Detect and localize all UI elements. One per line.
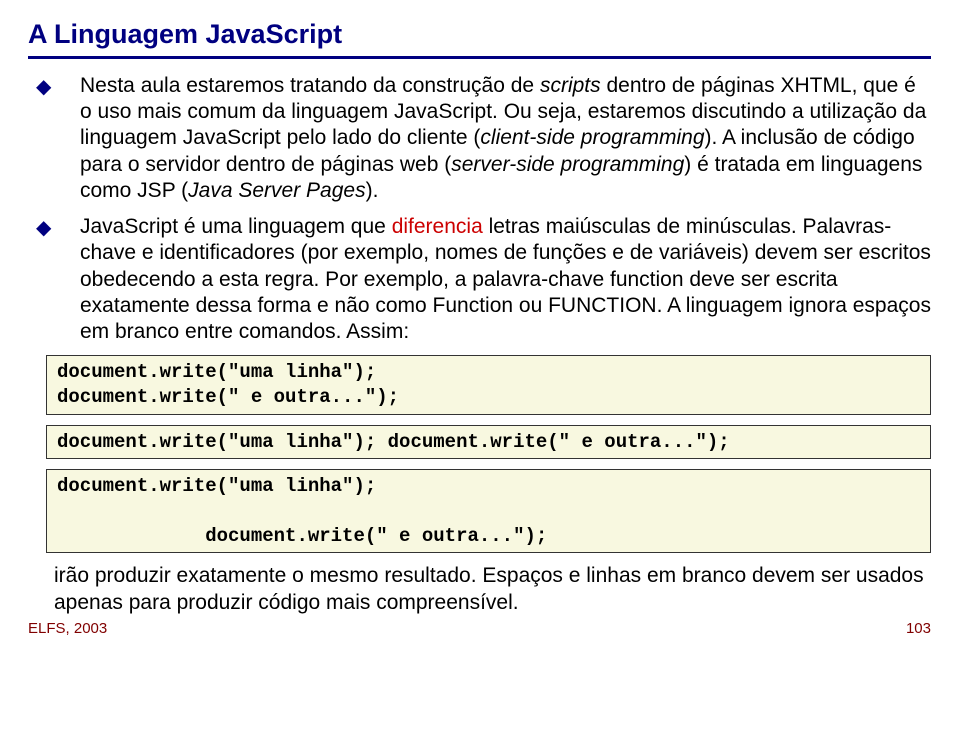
- page-title: A Linguagem JavaScript: [28, 18, 931, 52]
- footer-left: ELFS, 2003: [28, 620, 107, 639]
- text: JavaScript é uma linguagem que: [80, 215, 392, 238]
- emph: Java Server Pages: [188, 179, 365, 202]
- code-block-1: document.write("uma linha"); document.wr…: [46, 355, 931, 414]
- bullet-item-2: JavaScript é uma linguagem que diferenci…: [54, 214, 931, 345]
- emph: server-side programming: [451, 153, 684, 176]
- page-footer: ELFS, 2003 103: [28, 620, 931, 639]
- code-block-2: document.write("uma linha"); document.wr…: [46, 425, 931, 460]
- emph: scripts: [540, 74, 601, 97]
- title-rule: [28, 56, 931, 59]
- bullet-item-1: Nesta aula estaremos tratando da constru…: [54, 73, 931, 204]
- accent-word: diferencia: [392, 215, 483, 238]
- bullet-list: Nesta aula estaremos tratando da constru…: [54, 73, 931, 346]
- text: Nesta aula estaremos tratando da constru…: [80, 74, 540, 97]
- code-block-3: document.write("uma linha"); document.wr…: [46, 469, 931, 553]
- footer-right: 103: [906, 620, 931, 639]
- closing-text: irão produzir exatamente o mesmo resulta…: [54, 563, 931, 616]
- emph: client-side programming: [480, 126, 704, 149]
- text: ).: [366, 179, 379, 202]
